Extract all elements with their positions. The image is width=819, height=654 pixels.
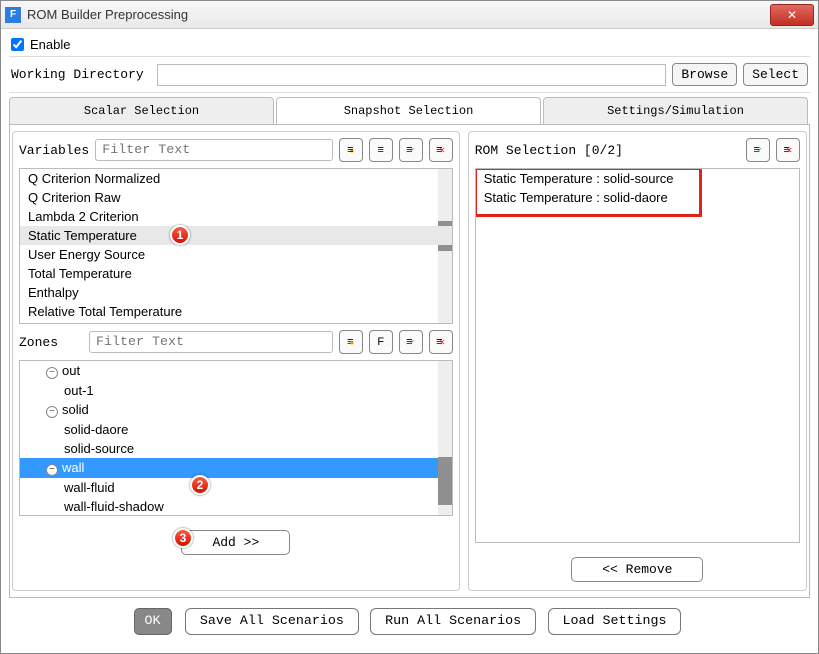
list-item[interactable]: User Energy Source: [20, 245, 452, 264]
zones-clear-icon[interactable]: ≡✕: [429, 330, 453, 354]
list-item[interactable]: Q Criterion Raw: [20, 188, 452, 207]
list-item[interactable]: Static Temperature : solid-daore: [476, 188, 799, 207]
enable-label: Enable: [30, 37, 70, 52]
select-button[interactable]: Select: [743, 63, 808, 86]
collapse-icon[interactable]: −: [46, 367, 58, 379]
list-item[interactable]: Relative Total Temperature: [20, 302, 452, 321]
list-item[interactable]: Lambda 2 Criterion: [20, 207, 452, 226]
zones-filter-active-icon[interactable]: ≡●: [339, 330, 363, 354]
variables-clear-icon[interactable]: ≡✕: [429, 138, 453, 162]
list-item[interactable]: Enthalpy: [20, 283, 452, 302]
callout-1: 1: [170, 225, 190, 245]
collapse-icon[interactable]: −: [46, 464, 58, 476]
enable-checkbox[interactable]: [11, 38, 24, 51]
ok-button[interactable]: OK: [134, 608, 172, 635]
collapse-icon[interactable]: −: [46, 406, 58, 418]
callout-3: 3: [173, 528, 193, 548]
window-title: ROM Builder Preprocessing: [27, 7, 770, 22]
tree-item-out[interactable]: −out: [20, 361, 452, 381]
titlebar: F ROM Builder Preprocessing ✕: [1, 1, 818, 29]
working-dir-label: Working Directory: [11, 67, 151, 82]
tree-item[interactable]: out-1: [20, 381, 452, 400]
zones-label: Zones: [19, 335, 83, 350]
load-settings-button[interactable]: Load Settings: [548, 608, 682, 635]
tab-settings-simulation[interactable]: Settings/Simulation: [543, 97, 808, 124]
variables-select-all-icon[interactable]: ≡✓: [399, 138, 423, 162]
tree-item[interactable]: solid-source: [20, 439, 452, 458]
rom-select-all-icon[interactable]: ≡✓: [746, 138, 770, 162]
tab-scalar-selection[interactable]: Scalar Selection: [9, 97, 274, 124]
list-item[interactable]: Total Temperature: [20, 264, 452, 283]
variables-filter-input[interactable]: [95, 139, 333, 161]
run-all-scenarios-button[interactable]: Run All Scenarios: [370, 608, 536, 635]
variables-list[interactable]: Q Criterion Normalized Q Criterion Raw L…: [19, 168, 453, 324]
tree-item-solid[interactable]: −solid: [20, 400, 452, 420]
rom-selection-label: ROM Selection [0/2]: [475, 143, 740, 158]
callout-2: 2: [190, 475, 210, 495]
add-button[interactable]: Add >>: [181, 530, 290, 555]
list-item-static-temperature[interactable]: Static Temperature: [20, 226, 452, 245]
save-all-scenarios-button[interactable]: Save All Scenarios: [185, 608, 359, 635]
remove-button[interactable]: << Remove: [571, 557, 703, 582]
rom-clear-icon[interactable]: ≡✕: [776, 138, 800, 162]
variables-label: Variables: [19, 143, 89, 158]
close-icon: ✕: [787, 8, 797, 22]
browse-button[interactable]: Browse: [672, 63, 737, 86]
working-dir-input[interactable]: [157, 64, 666, 86]
list-item[interactable]: Static Temperature : solid-source: [476, 169, 799, 188]
app-icon: F: [5, 7, 21, 23]
tree-item-wall-fluid[interactable]: wall-fluid: [20, 478, 452, 497]
tree-item-wall[interactable]: −wall: [20, 458, 452, 478]
tree-item[interactable]: wall-fluid-shadow: [20, 497, 452, 516]
list-item[interactable]: Q Criterion Normalized: [20, 169, 452, 188]
tree-item[interactable]: solid-daore: [20, 420, 452, 439]
tab-snapshot-selection[interactable]: Snapshot Selection: [276, 97, 541, 124]
rom-list[interactable]: Static Temperature : solid-source Static…: [475, 168, 800, 543]
zones-select-all-icon[interactable]: ≡✓: [399, 330, 423, 354]
close-button[interactable]: ✕: [770, 4, 814, 26]
zones-filter-input[interactable]: [89, 331, 333, 353]
zones-tree[interactable]: −out out-1 −solid solid-daore solid-sour…: [19, 360, 453, 516]
zones-format-icon[interactable]: F: [369, 330, 393, 354]
variables-list-icon[interactable]: ≡: [369, 138, 393, 162]
variables-filter-active-icon[interactable]: ≡●: [339, 138, 363, 162]
